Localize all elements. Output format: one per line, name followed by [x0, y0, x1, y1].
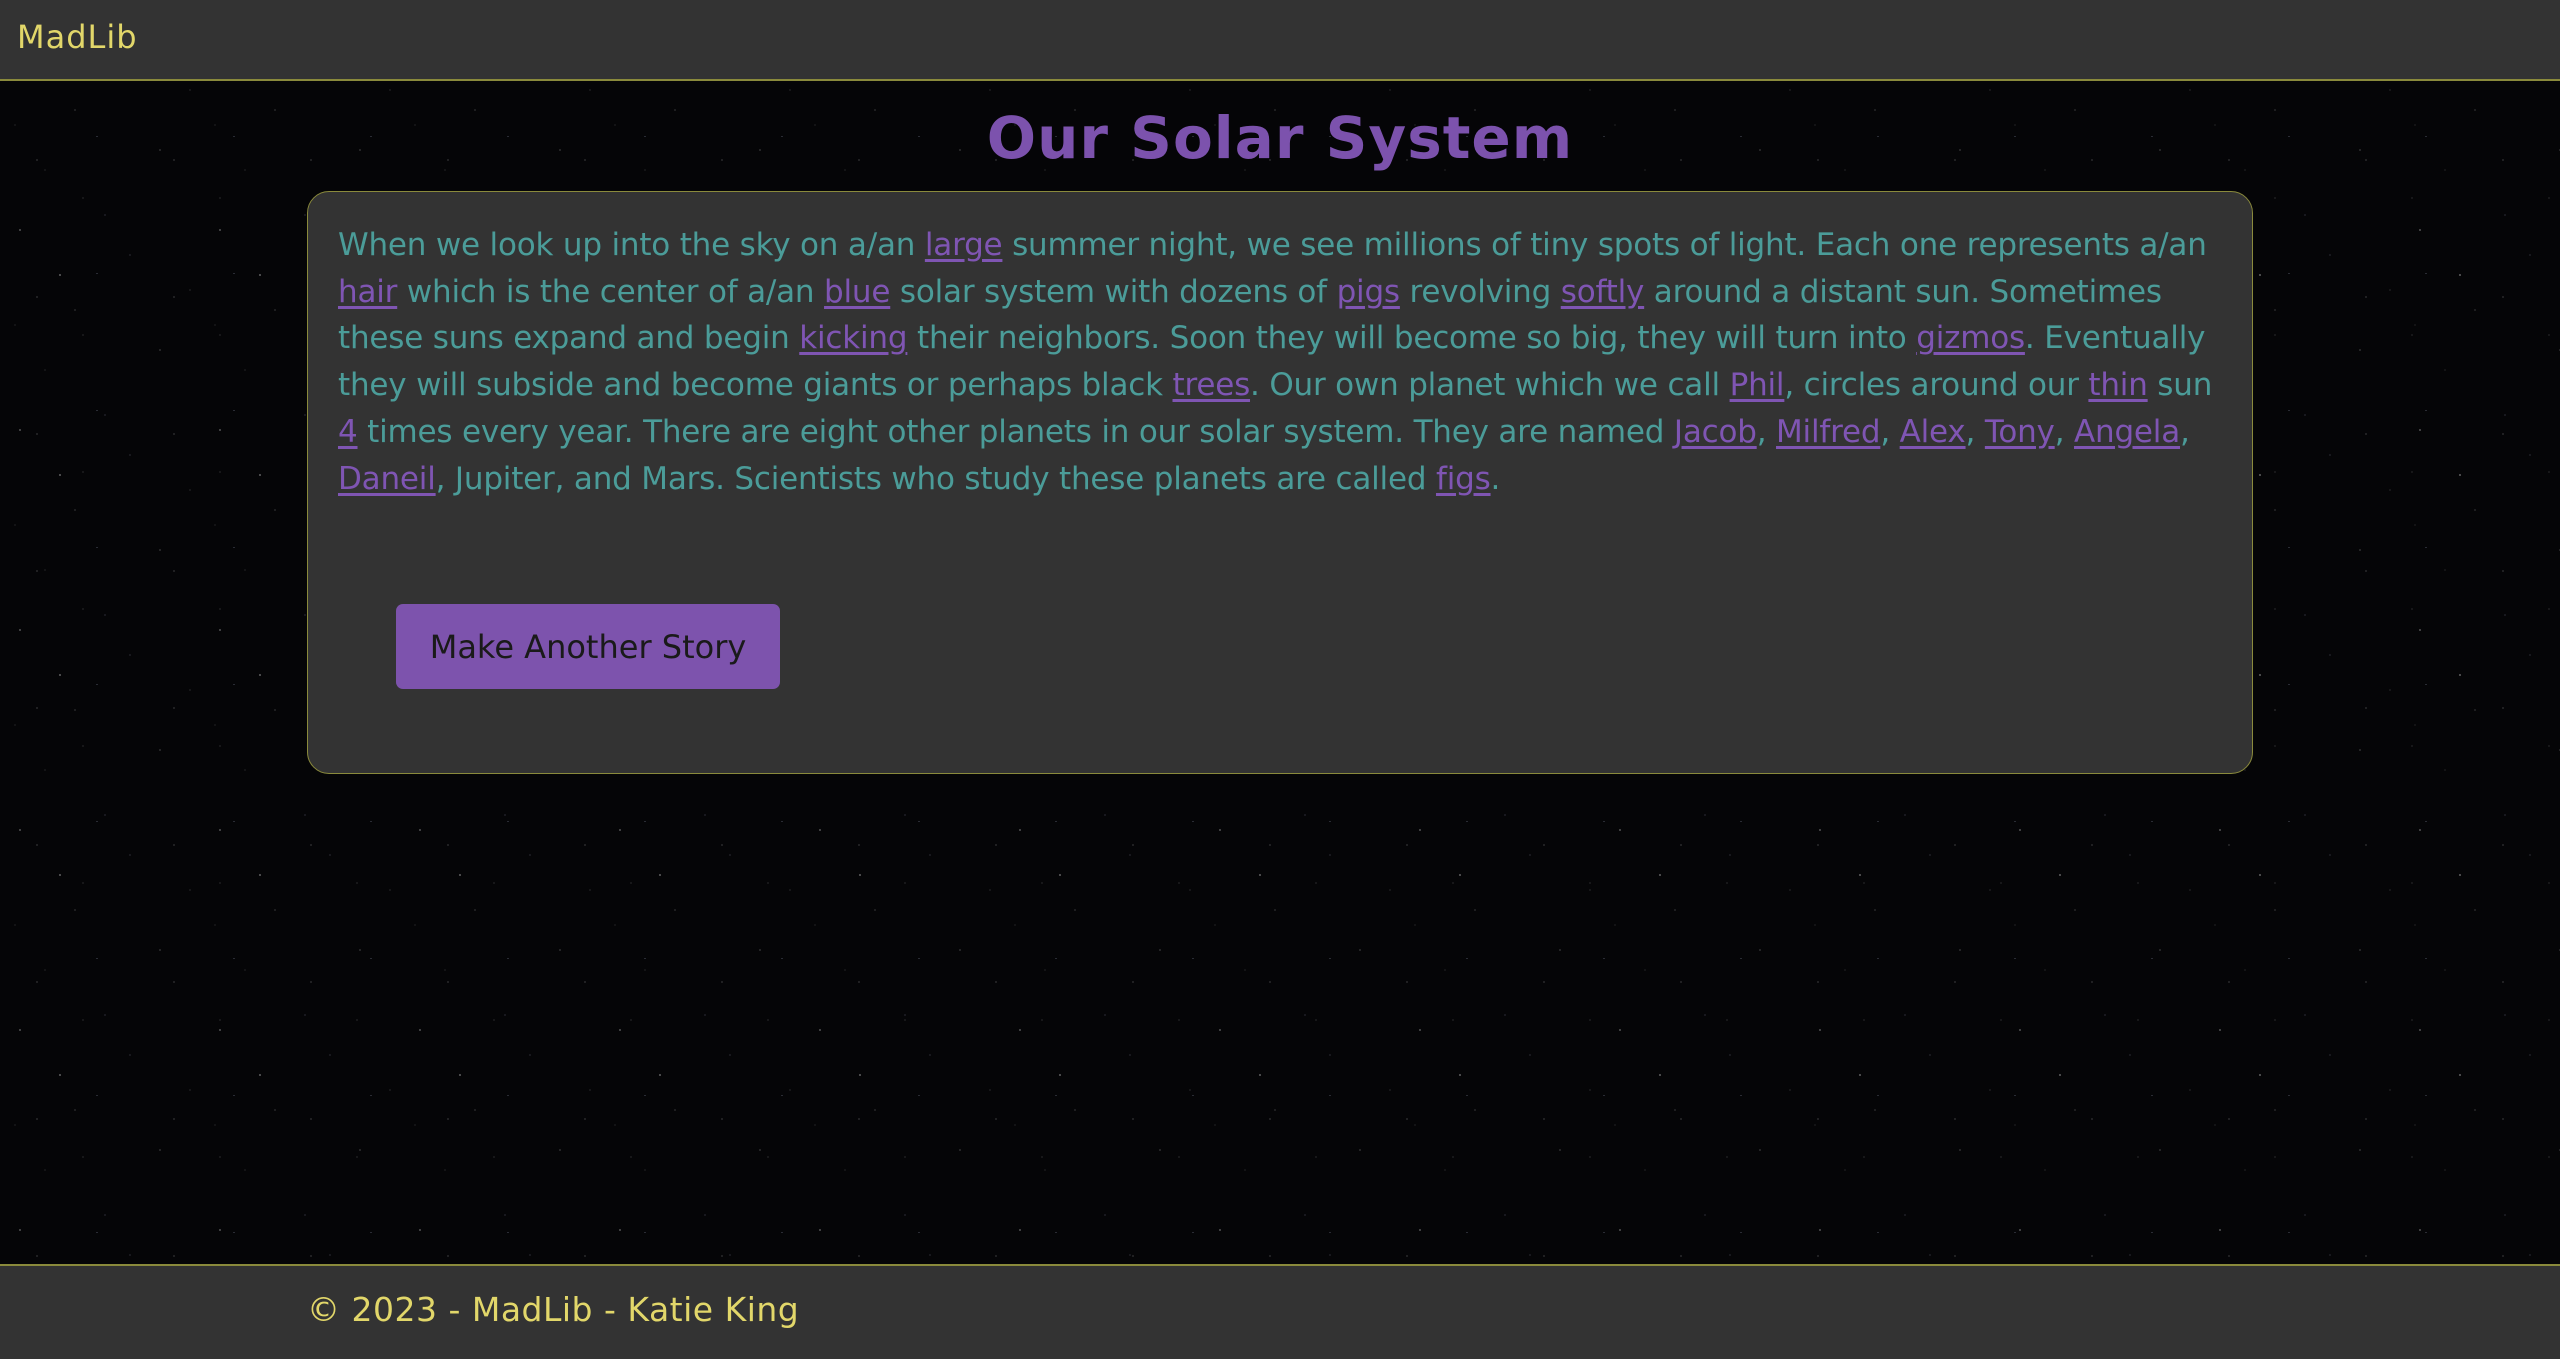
filled-word: gizmos — [1916, 320, 2025, 357]
filled-word: large — [924, 227, 1003, 263]
story-segment: revolving — [1399, 273, 1561, 310]
filled-word: pigs — [1336, 273, 1401, 310]
story-segment: . — [1490, 460, 1501, 497]
filled-word: Jacob — [1673, 413, 1757, 450]
filled-word: Daneil — [338, 460, 436, 497]
story-segment: When we look up into the sky on a/an — [338, 227, 925, 263]
filled-word: trees — [1172, 367, 1251, 404]
story-segment: , — [1756, 413, 1777, 450]
filled-word: figs — [1435, 460, 1491, 497]
story-segment: summer night, we see millions of tiny sp… — [1002, 227, 2207, 263]
story-segment: , circles around our — [1784, 367, 2089, 404]
footer-copyright: © 2023 - MadLib - Katie King — [307, 1290, 800, 1329]
filled-word: 4 — [338, 413, 358, 450]
story-segment: . Our own planet which we call — [1250, 367, 1730, 404]
filled-word: Angela — [2074, 413, 2181, 450]
story-segment: , — [2054, 413, 2074, 450]
filled-word: thin — [2088, 367, 2148, 404]
filled-word: blue — [824, 273, 891, 310]
filled-word: Alex — [1899, 413, 1966, 450]
story-segment: which is the center of a/an — [397, 273, 825, 310]
filled-word: kicking — [799, 320, 908, 357]
brand-link[interactable]: MadLib — [17, 18, 138, 56]
story-text: When we look up into the sky on a/an lar… — [338, 222, 2224, 502]
story-segment: times every year. There are eight other … — [357, 413, 1674, 450]
filled-word: softly — [1560, 273, 1645, 310]
story-segment: , — [1880, 413, 1900, 450]
story-segment: solar system with dozens of — [890, 273, 1337, 310]
make-another-story-button[interactable]: Make Another Story — [396, 604, 780, 689]
story-segment: , — [1965, 413, 1985, 450]
filled-word: hair — [338, 273, 398, 310]
footer: © 2023 - MadLib - Katie King — [0, 1264, 2560, 1359]
navbar: MadLib — [0, 0, 2560, 81]
filled-word: Tony — [1984, 413, 2055, 450]
story-segment: sun — [2147, 367, 2213, 404]
story-segment: , — [2180, 413, 2190, 450]
story-segment: their neighbors. Soon they will become s… — [907, 320, 1917, 357]
story-segment: , Jupiter, and Mars. Scientists who stud… — [435, 460, 1436, 497]
filled-word: Milfred — [1776, 413, 1881, 450]
story-card: When we look up into the sky on a/an lar… — [307, 191, 2253, 774]
filled-word: Phil — [1729, 367, 1785, 404]
page-title: Our Solar System — [986, 104, 1574, 172]
